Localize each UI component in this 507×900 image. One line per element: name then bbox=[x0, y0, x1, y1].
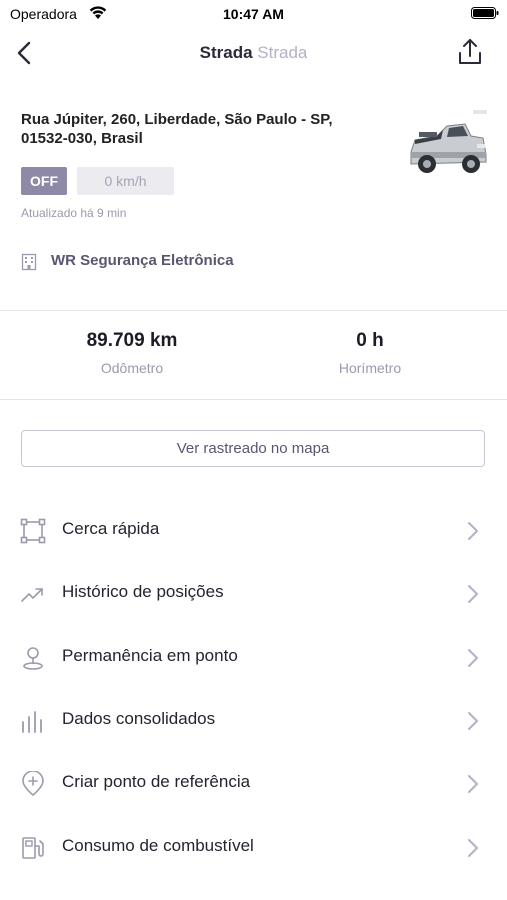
navigation-bar: Strada Strada bbox=[0, 30, 507, 76]
location-pin-icon bbox=[23, 647, 43, 670]
menu-item-label: Histórico de posições bbox=[62, 582, 224, 601]
page-title: Strada Strada bbox=[0, 43, 507, 63]
bar-chart-icon bbox=[22, 711, 42, 733]
add-location-icon bbox=[22, 771, 44, 796]
vehicle-model: Strada bbox=[257, 43, 308, 62]
hourmeter-value: 0 h bbox=[356, 330, 384, 351]
menu-item-position-history[interactable]: Histórico de posições bbox=[0, 565, 507, 621]
divider bbox=[0, 310, 507, 311]
status-bar: Operadora 10:47 AM bbox=[0, 0, 507, 30]
odometer-value: 89.709 km bbox=[86, 330, 178, 351]
menu-item-consolidated-data[interactable]: Dados consolidados bbox=[0, 692, 507, 748]
trend-icon bbox=[21, 588, 43, 602]
vehicle-photo bbox=[407, 108, 489, 186]
company-name: WR Segurança Eletrônica bbox=[51, 252, 234, 269]
chevron-right-icon bbox=[468, 649, 478, 667]
menu-item-label: Dados consolidados bbox=[62, 709, 216, 728]
hourmeter-label: Horímetro bbox=[338, 360, 402, 376]
menu-item-fuel-consumption[interactable]: Consumo de combustível bbox=[0, 819, 507, 875]
chevron-right-icon bbox=[468, 522, 478, 540]
menu-item-label: Cerca rápida bbox=[62, 519, 160, 538]
chevron-right-icon bbox=[468, 775, 478, 793]
menu-item-label: Consumo de combustível bbox=[62, 836, 254, 855]
chevron-right-icon bbox=[468, 712, 478, 730]
clock: 10:47 AM bbox=[223, 6, 284, 22]
divider bbox=[0, 399, 507, 400]
battery-icon bbox=[471, 7, 499, 19]
odometer-stat: 89.709 km Odômetro bbox=[32, 330, 232, 376]
odometer-label: Odômetro bbox=[100, 360, 164, 376]
last-update-text: Atualizado há 9 min bbox=[21, 206, 127, 220]
menu-item-label: Permanência em ponto bbox=[62, 646, 238, 665]
fence-icon bbox=[20, 518, 46, 544]
menu-item-quick-fence[interactable]: Cerca rápida bbox=[0, 502, 507, 558]
menu-item-label: Criar ponto de referência bbox=[62, 772, 251, 791]
menu-item-create-reference-point[interactable]: Criar ponto de referência bbox=[0, 755, 507, 811]
hourmeter-stat: 0 h Horímetro bbox=[270, 330, 470, 376]
vehicle-address: Rua Júpiter, 260, Liberdade, São Paulo -… bbox=[21, 111, 333, 147]
chevron-right-icon bbox=[468, 585, 478, 603]
building-icon bbox=[21, 253, 37, 271]
ignition-status-badge: OFF bbox=[21, 167, 67, 195]
chevron-right-icon bbox=[468, 839, 478, 857]
menu-item-stay-at-point[interactable]: Permanência em ponto bbox=[0, 629, 507, 685]
fuel-icon bbox=[22, 837, 44, 859]
speed-badge: 0 km/h bbox=[77, 167, 174, 195]
view-on-map-button[interactable]: Ver rastreado no mapa bbox=[21, 430, 485, 467]
share-icon[interactable] bbox=[455, 36, 485, 68]
vehicle-name: Strada bbox=[199, 43, 253, 62]
